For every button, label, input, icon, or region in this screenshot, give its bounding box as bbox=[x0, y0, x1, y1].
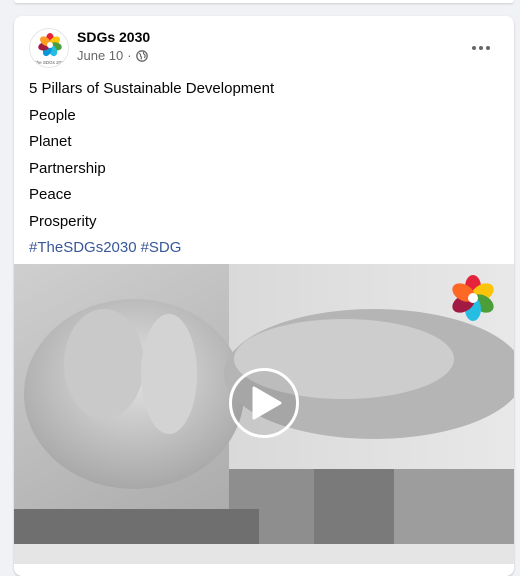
more-horizontal-icon bbox=[472, 46, 490, 50]
hashtag-row: #TheSDGs2030 #SDG bbox=[29, 235, 499, 262]
meta-separator: · bbox=[127, 48, 132, 63]
post-text: 5 Pillars of Sustainable Development Peo… bbox=[29, 76, 499, 262]
play-button[interactable] bbox=[229, 368, 299, 438]
avatar-logo-text: The SDGs 2030 bbox=[34, 60, 67, 65]
post-text-line: People bbox=[29, 106, 76, 124]
hashtag-link-sdg[interactable]: #SDG bbox=[141, 239, 182, 256]
page-avatar[interactable]: The SDGs 2030 bbox=[29, 28, 69, 68]
post-text-line: Prosperity bbox=[29, 212, 97, 230]
sdg-flower-logo-icon bbox=[449, 274, 497, 322]
post-options-button[interactable] bbox=[463, 30, 499, 66]
video-bottom-edge bbox=[14, 544, 514, 564]
post-text-line: Partnership bbox=[29, 159, 106, 177]
previous-post-card-edge bbox=[14, 0, 514, 3]
globe-icon[interactable] bbox=[135, 49, 148, 62]
post-meta: June 10 · bbox=[77, 48, 148, 63]
post-header: The SDGs 2030 SDGs 2030 June 10 · bbox=[29, 28, 499, 68]
post-card: The SDGs 2030 SDGs 2030 June 10 · 5 Pill… bbox=[14, 16, 514, 576]
video-player[interactable] bbox=[14, 264, 514, 544]
post-date-link[interactable]: June 10 bbox=[77, 48, 123, 63]
page-name-link[interactable]: SDGs 2030 bbox=[77, 29, 150, 45]
post-text-line: Peace bbox=[29, 186, 72, 203]
post-text-line: 5 Pillars of Sustainable Development bbox=[29, 80, 275, 97]
post-text-line: Planet bbox=[29, 133, 72, 150]
sdg-flower-logo-icon: The SDGs 2030 bbox=[34, 33, 67, 65]
hashtag-link-thesdgs2030[interactable]: #TheSDGs2030 bbox=[29, 239, 137, 256]
play-icon bbox=[252, 386, 282, 420]
